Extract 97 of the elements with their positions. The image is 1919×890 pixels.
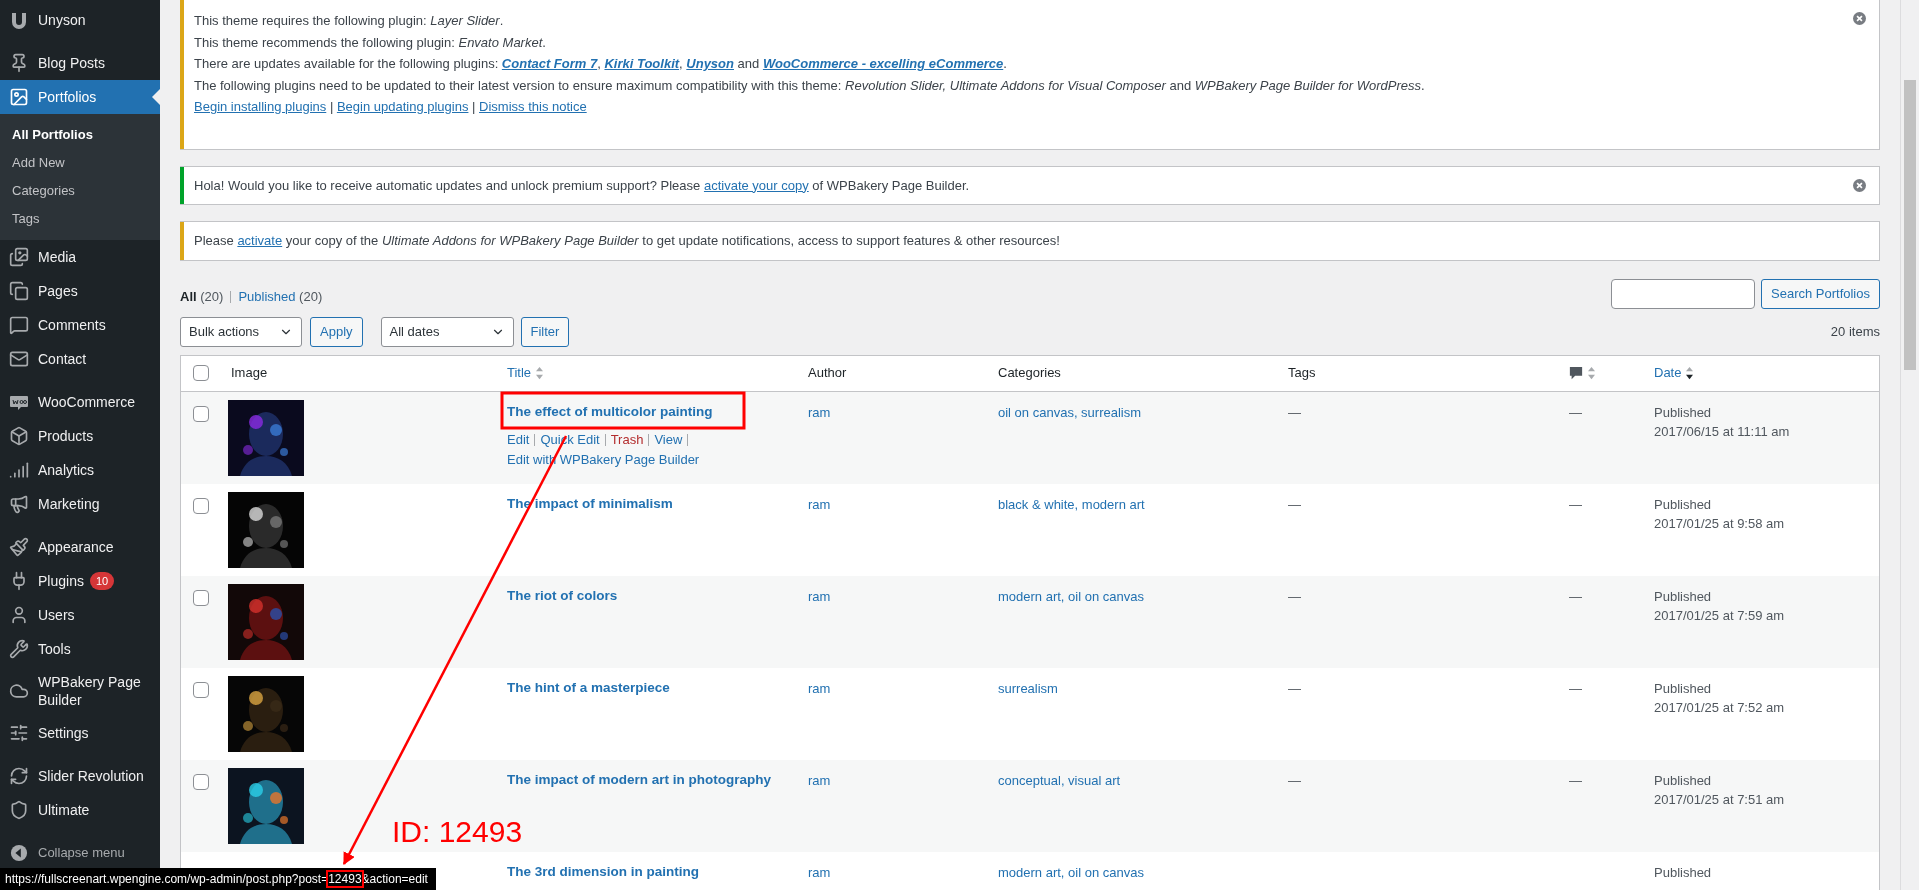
notice-text: The following plugins need to be updated to their latest version to ensure maximum compatibility with this theme: Revolution Slider, Ultimate Addons for Visual Composer and WPBakery Page Builder for WordPress.	[194, 76, 1426, 95]
sidebar-item[interactable]: Appearance	[0, 530, 160, 564]
notice-text: Please activate your copy of the Ultimate Addons for WPBakery Page Builder to get update notifications, access to support features & other resources!	[194, 232, 1061, 250]
sortable-column-header[interactable]: Title	[507, 363, 532, 383]
notice-link[interactable]: Begin installing plugins	[194, 99, 327, 114]
plugin-link[interactable]: Unyson	[686, 56, 734, 71]
notice-text: Hola! Would you like to receive automatic updates and unlock premium support? Please activate your copy of WPBakery Page Builder.	[194, 176, 971, 195]
notice-link[interactable]: Begin updating plugins	[336, 99, 469, 114]
submenu-item[interactable]: Categories	[0, 177, 160, 205]
notice-text: This theme recommends the following plugin: Envato Market.	[194, 33, 547, 52]
post-title-link[interactable]: The riot of colors	[507, 585, 618, 606]
post-date: 2017/01/25 at 7:51 am	[1654, 790, 1786, 809]
sidebar-item[interactable]: Portfolios	[0, 80, 160, 114]
post-status: Published	[1654, 403, 1713, 422]
tags-text: —	[1288, 772, 1301, 788]
sidebar-item[interactable]: Media	[0, 240, 160, 274]
author-link[interactable]: ram	[808, 496, 831, 512]
sidebar-item[interactable]: Tools	[0, 632, 160, 666]
comments-count: —	[1569, 680, 1582, 696]
tags-text: —	[1288, 680, 1301, 696]
sidebar-item[interactable]: Slider Revolution	[0, 759, 160, 793]
tags-text: —	[1288, 404, 1301, 420]
categories-link[interactable]: black & white, modern art	[998, 496, 1145, 512]
sidebar-item[interactable]: WooCommerce	[0, 385, 160, 419]
comments-count: —	[1569, 772, 1582, 788]
categories-link[interactable]: modern art, oil on canvas	[998, 864, 1144, 880]
notice-text: This theme requires the following plugin: Layer Slider.	[194, 12, 505, 30]
sidebar-item[interactable]: Products	[0, 419, 160, 453]
sidebar-item[interactable]: Blog Posts	[0, 46, 160, 80]
sidebar-item[interactable]: Users	[0, 598, 160, 632]
post-title-link[interactable]: The impact of minimalism	[507, 493, 673, 514]
submenu-item[interactable]: Tags	[0, 205, 160, 233]
sidebar-item[interactable]: Ultimate	[0, 793, 160, 827]
post-date: 2017/01/25 at 9:58 am	[1654, 514, 1786, 533]
tags-text: —	[1288, 496, 1301, 512]
post-date: 2017/01/25 at 7:52 am	[1654, 698, 1786, 717]
view-filter-link[interactable]: Published (20)	[238, 287, 323, 307]
column-header: Image	[231, 365, 268, 381]
update-count-badge: 10	[89, 572, 115, 590]
sidebar-item[interactable]: Settings	[0, 716, 160, 750]
sidebar-item[interactable]: Contact	[0, 342, 160, 376]
post-title-link[interactable]: The hint of a masterpiece	[507, 677, 670, 698]
filter-button[interactable]: Filter	[520, 316, 570, 347]
comments-count: —	[1569, 588, 1582, 604]
column-header: Author	[808, 365, 847, 381]
plugin-link[interactable]: Contact Form 7	[501, 56, 598, 71]
sidebar-item[interactable]: Pages	[0, 274, 160, 308]
post-title-link[interactable]: The effect of multicolor painting	[507, 401, 713, 422]
sidebar-item[interactable]: Analytics	[0, 453, 160, 487]
date-filter-select[interactable]: All dates	[380, 316, 514, 347]
post-title-link[interactable]: The impact of modern art in photography	[507, 769, 771, 790]
post-status: Published	[1654, 587, 1713, 606]
post-status: Published	[1654, 863, 1713, 882]
notice-text: Begin installing plugins | Begin updating plugins | Dismiss this notice	[194, 98, 588, 116]
apply-button[interactable]: Apply	[310, 316, 363, 347]
collapse-menu-button[interactable]: Collapse menu	[0, 836, 160, 870]
submenu-item[interactable]: Add New	[0, 149, 160, 177]
comments-count: —	[1569, 404, 1582, 420]
categories-link[interactable]: oil on canvas, surrealism	[998, 404, 1142, 420]
categories-link[interactable]: conceptual, visual art	[998, 772, 1121, 788]
author-link[interactable]: ram	[808, 680, 831, 696]
column-header: Tags	[1288, 365, 1316, 381]
items-count: 20 items	[1830, 322, 1880, 341]
view-filter-link[interactable]: All (20)	[180, 287, 224, 307]
sidebar-item[interactable]: Marketing	[0, 487, 160, 521]
author-link[interactable]: ram	[808, 588, 831, 604]
notice-link[interactable]: Dismiss this notice	[479, 99, 587, 114]
bulk-actions-select[interactable]: Bulk actions	[180, 316, 302, 347]
author-link[interactable]: ram	[808, 772, 831, 788]
notice-text: There are updates available for the following plugins: Contact Form 7, Kirki Toolkit, Unyson and WooCommerce - excelling eCommerce.	[194, 55, 1008, 73]
row-action-link[interactable]: Edit	[507, 429, 530, 450]
notice-link[interactable]: activate	[237, 233, 283, 248]
tags-text: —	[1288, 588, 1301, 604]
sidebar-item[interactable]: Comments	[0, 308, 160, 342]
plugin-link[interactable]: Kirki Toolkit	[604, 56, 680, 71]
sidebar-item[interactable]: WPBakery Page Builder	[0, 666, 160, 716]
row-action-link[interactable]: View	[654, 429, 683, 450]
author-link[interactable]: ram	[808, 404, 831, 420]
comments-count: —	[1569, 496, 1582, 512]
column-header: Categories	[998, 365, 1061, 381]
post-title-link[interactable]: The 3rd dimension in painting	[507, 861, 699, 882]
post-date: 2017/06/15 at 11:11 am	[1654, 422, 1791, 441]
author-link[interactable]: ram	[808, 864, 831, 880]
row-action-link[interactable]: Trash	[610, 429, 644, 450]
sortable-column-header[interactable]: Date	[1654, 363, 1682, 383]
submenu-item[interactable]: All Portfolios	[0, 121, 160, 149]
post-status: Published	[1654, 495, 1713, 514]
post-status: Published	[1654, 679, 1713, 698]
categories-link[interactable]: modern art, oil on canvas	[998, 588, 1144, 604]
search-button[interactable]: Search Portfolios	[1761, 278, 1880, 309]
annotation-label: ID: 12493	[392, 815, 523, 849]
sidebar-item[interactable]: Unyson	[0, 3, 160, 37]
sidebar-item[interactable]: Plugins 10	[0, 564, 160, 598]
notice-link[interactable]: activate your copy	[703, 177, 809, 193]
post-date: 2017/01/25 at 7:59 am	[1654, 606, 1786, 625]
categories-link[interactable]: surrealism	[998, 680, 1058, 696]
post-status: Published	[1654, 771, 1713, 790]
